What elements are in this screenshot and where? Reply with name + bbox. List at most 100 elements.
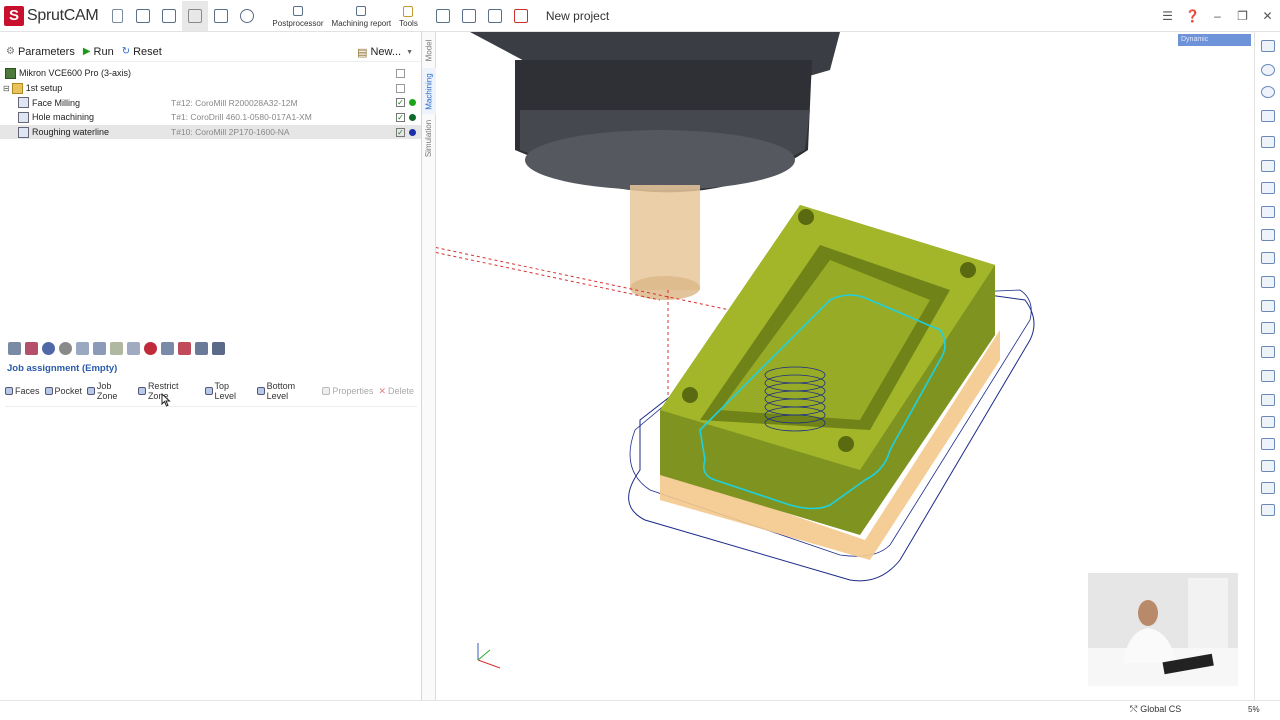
restore-icon[interactable]: ❐ [1230,9,1255,23]
filter-5-icon[interactable] [1261,460,1275,472]
tools-label: Tools [399,19,418,28]
setup-row[interactable]: ⊟ 1st setup [0,81,421,96]
operation-tool: T#10: CoroMill 2P170-1600-NA [171,127,290,138]
tab-model[interactable]: Model [422,34,436,66]
display-ok-icon[interactable] [1261,229,1275,241]
coordinate-system-selector[interactable]: ⤲ Global CS [1130,704,1181,715]
new-file-icon [108,8,126,24]
delete-button[interactable]: ✕ Delete [378,386,414,397]
operation-row[interactable]: Face Milling T#12: CoroMill R200028A32-1… [0,95,421,110]
layer-2-icon[interactable] [1261,160,1275,172]
properties-label: Properties [332,386,374,396]
new-file-button[interactable] [104,1,130,31]
bottom-level-button[interactable]: Bottom Level [256,381,318,401]
workpiece-tab-icon[interactable] [25,342,38,355]
sphere-view-icon[interactable] [1261,86,1275,98]
top-level-icon [204,387,213,395]
operation-row[interactable]: Roughing waterline T#10: CoroMill 2P170-… [0,124,421,140]
play-icon: ▶ [82,46,91,57]
feeds-tab-icon[interactable] [110,342,123,355]
stock-icon[interactable] [1261,206,1275,218]
machine-display-icon[interactable] [1261,300,1275,312]
extra-tab-icon[interactable] [212,342,225,355]
tool-display-icon[interactable] [1261,252,1275,264]
minimize-icon[interactable]: – [1205,9,1230,23]
run-button[interactable]: ▶ Run [83,46,114,58]
machine-doc-icon[interactable] [396,68,405,78]
link-tab-icon[interactable] [178,342,191,355]
select-icon [186,8,204,24]
save-button[interactable] [156,1,182,31]
chevron-down-icon: ▼ [406,48,413,56]
tools-button[interactable]: Tools [395,1,422,31]
collapse-icon[interactable]: ⊟ [3,84,10,93]
strategy-tab-icon[interactable] [127,342,140,355]
machining-report-button[interactable]: Machining report [328,1,396,31]
faces-button[interactable]: Faces [5,386,40,396]
zoom-indicator: 5% [1248,705,1260,714]
part-tab-icon[interactable] [42,342,55,355]
reset-button[interactable]: ↻ Reset [122,46,162,58]
new-operation-button[interactable]: ▤ New... ▼ [357,42,413,62]
box-view-icon[interactable] [1261,110,1275,122]
machine-tab-icon[interactable] [8,342,21,355]
operation-name: Face Milling [32,97,81,108]
face-milling-icon [18,97,29,109]
tool-holder [630,185,700,290]
view-mode-dropdown[interactable]: Dynamic [1178,34,1251,46]
tab-simulation[interactable]: Simulation [422,116,436,160]
postprocessor-button[interactable]: Postprocessor [268,1,327,31]
rotate-icon[interactable] [1261,64,1275,76]
tab-machining[interactable]: Machining [422,68,436,114]
select-button[interactable] [182,0,209,31]
holder-display-icon[interactable] [1261,276,1275,288]
filter-icon[interactable] [1261,370,1275,382]
operation-tool: T#1: CoroDrill 460.1-0580-017A1-XM [171,112,312,123]
job-tab-icon[interactable] [76,342,89,355]
operation-checkbox[interactable]: ✓ [396,112,405,122]
machine-row[interactable]: Mikron VCE600 Pro (3-axis) [0,66,421,81]
menu-icon[interactable]: ☰ [1155,9,1180,23]
machining-report-label: Machining report [331,19,392,28]
top-level-button[interactable]: Top Level [204,381,252,401]
cs-tab-icon[interactable] [161,342,174,355]
machine-label: Mikron VCE600 Pro (3-axis) [19,68,132,79]
measure-button[interactable] [208,1,234,31]
job-zone-button[interactable]: Job Zone [87,381,133,401]
tool-red-button[interactable] [508,1,534,31]
window-controls: ☰ ❓ – ❐ ✕ [1155,0,1280,32]
layer-3-icon[interactable] [1261,182,1275,194]
filter-6-icon[interactable] [1261,482,1275,494]
sim-tab-icon[interactable] [195,342,208,355]
status-dot [409,99,416,107]
bolt-hole [682,387,698,403]
report-icon [352,3,370,19]
operation-row[interactable]: Hole machining T#1: CoroDrill 460.1-0580… [0,110,421,125]
operation-checkbox[interactable]: ✓ [396,98,405,108]
m-tab-icon[interactable] [144,342,157,355]
open-button[interactable] [130,1,156,31]
view-button[interactable] [430,1,456,31]
tool-tab-icon[interactable] [93,342,106,355]
filter-2-icon[interactable] [1261,394,1275,406]
display-button[interactable] [482,1,508,31]
close-icon[interactable]: ✕ [1255,9,1280,23]
layer-icon[interactable] [1261,136,1275,148]
parameters-button[interactable]: ⚙ Parameters [6,46,75,58]
fixture-display-icon[interactable] [1261,322,1275,334]
help-icon[interactable]: ❓ [1180,9,1205,23]
pocket-button[interactable]: Pocket [44,386,82,396]
operation-checkbox[interactable]: ✓ [396,127,405,137]
filter-3-icon[interactable] [1261,416,1275,428]
fixture-tab-icon[interactable] [59,342,72,355]
list-icon[interactable] [1261,346,1275,358]
curves-button[interactable] [456,1,482,31]
filter-7-icon[interactable] [1261,504,1275,516]
properties-button[interactable]: Properties [322,386,373,396]
filter-4-icon[interactable] [1261,438,1275,450]
bolt-hole [838,436,854,452]
setup-doc-icon[interactable] [396,83,405,93]
inspect-button[interactable] [234,1,260,31]
fit-view-icon[interactable] [1261,40,1275,52]
job-zone-label: Job Zone [96,381,118,401]
